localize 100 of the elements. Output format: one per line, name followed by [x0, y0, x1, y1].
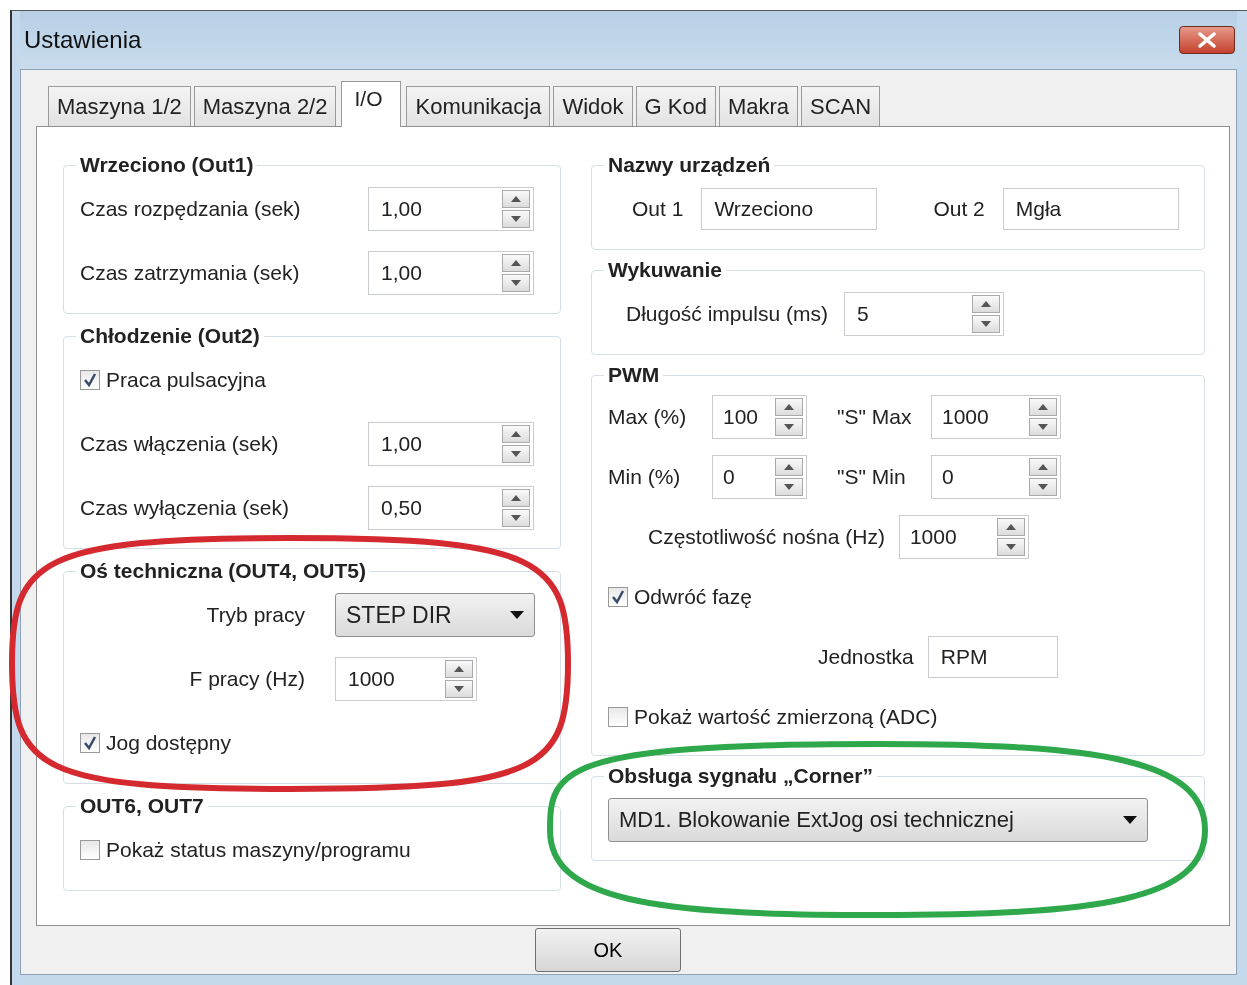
- up-arrow-icon: [454, 666, 464, 672]
- checkbox[interactable]: [608, 587, 628, 607]
- spin-box[interactable]: 0: [931, 455, 1061, 499]
- spin-down-button[interactable]: [445, 680, 473, 698]
- field-label: Częstotliwość nośna (Hz): [648, 525, 885, 549]
- spin-down-button[interactable]: [775, 418, 803, 436]
- down-arrow-icon: [454, 686, 464, 692]
- close-icon: [1197, 32, 1217, 48]
- tab[interactable]: I/O: [341, 81, 402, 127]
- up-arrow-icon: [511, 260, 521, 266]
- checkbox[interactable]: [608, 707, 628, 727]
- checkbox-label: Odwróć fazę: [634, 585, 752, 609]
- group-title: Obsługa sygnału „Corner”: [607, 764, 874, 788]
- tab[interactable]: Widok: [553, 86, 633, 126]
- spin-up-button[interactable]: [502, 254, 530, 272]
- spin-up-button[interactable]: [502, 190, 530, 208]
- field-label: "S" Max: [837, 405, 913, 429]
- field-label: Out 1: [632, 197, 684, 221]
- down-arrow-icon: [511, 280, 521, 286]
- close-button[interactable]: [1179, 26, 1235, 54]
- down-arrow-icon: [980, 321, 991, 327]
- up-arrow-icon: [784, 464, 794, 470]
- spin-up-button[interactable]: [1029, 458, 1057, 476]
- group-title: Oś techniczna (OUT4, OUT5): [79, 559, 367, 583]
- tab[interactable]: G Kod: [635, 86, 716, 126]
- text-field[interactable]: RPM: [927, 636, 1058, 678]
- spin-box[interactable]: 1000: [898, 515, 1029, 559]
- dropdown[interactable]: MD1. Blokowanie ExtJog osi technicznej: [608, 798, 1148, 842]
- spin-up-button[interactable]: [502, 425, 530, 443]
- spin-up-button[interactable]: [775, 398, 803, 416]
- checkbox[interactable]: [80, 840, 100, 860]
- spin-down-button[interactable]: [502, 210, 530, 228]
- spin-up-button[interactable]: [445, 660, 473, 678]
- spin-box[interactable]: 1000: [931, 395, 1061, 439]
- spin-box[interactable]: 0: [712, 455, 807, 499]
- checkbox-label: Jog dostępny: [106, 731, 231, 755]
- checkmark-icon: [82, 372, 98, 388]
- checkbox[interactable]: [80, 733, 100, 753]
- spin-down-button[interactable]: [775, 478, 803, 496]
- ok-button[interactable]: OK: [535, 928, 681, 972]
- spin-down-button[interactable]: [996, 538, 1025, 556]
- group-title: Chłodzenie (Out2): [79, 324, 261, 348]
- spin-box[interactable]: 100: [712, 395, 807, 439]
- spin-down-button[interactable]: [502, 509, 530, 527]
- field-label: Tryb pracy: [205, 603, 305, 627]
- field-label: Długość impulsu (ms): [626, 302, 828, 326]
- spin-down-button[interactable]: [971, 315, 1000, 333]
- group-title: OUT6, OUT7: [79, 794, 205, 818]
- field-label: Min (%): [608, 465, 682, 489]
- spin-down-button[interactable]: [1029, 418, 1057, 436]
- field-label: "S" Min: [837, 465, 907, 489]
- field-label: Out 2: [933, 197, 985, 221]
- tab[interactable]: Komunikacja: [406, 86, 551, 126]
- tab[interactable]: Maszyna 2/2: [193, 86, 337, 126]
- spin-down-button[interactable]: [502, 274, 530, 292]
- spin-box[interactable]: 1,00: [368, 187, 534, 231]
- down-arrow-icon: [511, 515, 521, 521]
- spin-box[interactable]: 1000: [335, 657, 477, 701]
- spin-box[interactable]: 0,50: [368, 486, 534, 530]
- tab[interactable]: Makra: [718, 86, 799, 126]
- spin-box[interactable]: 1,00: [368, 251, 534, 295]
- field-label: Czas włączenia (sek): [80, 432, 280, 456]
- spin-up-button[interactable]: [775, 458, 803, 476]
- down-arrow-icon: [1038, 424, 1048, 430]
- down-arrow-icon: [784, 484, 794, 490]
- spin-up-button[interactable]: [996, 518, 1025, 536]
- field-label: Jednostka: [818, 645, 914, 669]
- field-label: F pracy (Hz): [188, 667, 305, 691]
- checkbox-label: Praca pulsacyjna: [106, 368, 266, 392]
- window-title: Ustawienia: [24, 26, 142, 54]
- down-arrow-icon: [511, 216, 521, 222]
- up-arrow-icon: [1038, 404, 1048, 410]
- text-field[interactable]: Mgła: [1002, 188, 1179, 230]
- spin-up-button[interactable]: [502, 489, 530, 507]
- checkbox[interactable]: [80, 370, 100, 390]
- spin-box[interactable]: 5: [843, 292, 1004, 336]
- checkbox-label: Pokaż status maszyny/programu: [106, 838, 411, 862]
- group-title: Nazwy urządzeń: [607, 153, 772, 177]
- down-arrow-icon: [1038, 484, 1048, 490]
- spin-down-button[interactable]: [1029, 478, 1057, 496]
- up-arrow-icon: [784, 404, 794, 410]
- dropdown[interactable]: STEP DIR: [335, 593, 535, 637]
- spin-up-button[interactable]: [971, 295, 1000, 313]
- tab[interactable]: SCAN: [801, 86, 881, 126]
- checkbox-label: Pokaż wartość zmierzoną (ADC): [634, 705, 938, 729]
- group-title: PWM: [607, 363, 661, 387]
- text-field[interactable]: Wrzeciono: [701, 188, 878, 230]
- up-arrow-icon: [511, 495, 521, 501]
- spin-down-button[interactable]: [502, 445, 530, 463]
- spin-box[interactable]: 1,00: [368, 422, 534, 466]
- checkmark-icon: [82, 735, 98, 751]
- checkmark-icon: [610, 589, 626, 605]
- down-arrow-icon: [1005, 544, 1016, 550]
- spin-up-button[interactable]: [1029, 398, 1057, 416]
- tab[interactable]: Maszyna 1/2: [48, 86, 191, 126]
- field-label: Czas wyłączenia (sek): [80, 496, 290, 520]
- caret-icon: [510, 611, 524, 619]
- group-title: Wykuwanie: [607, 258, 723, 282]
- field-label: Czas rozpędzania (sek): [80, 197, 302, 221]
- group-title: Wrzeciono (Out1): [79, 153, 255, 177]
